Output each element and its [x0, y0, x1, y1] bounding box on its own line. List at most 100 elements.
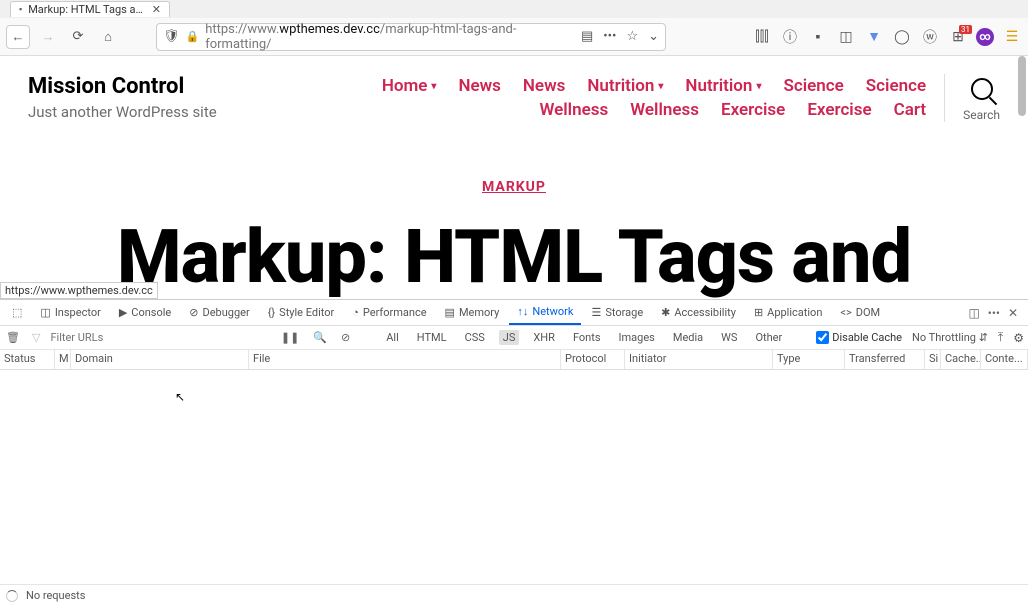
filter-css[interactable]: CSS: [461, 330, 489, 345]
nav-nutrition-2[interactable]: Nutrition▾: [685, 76, 761, 96]
col-initiator[interactable]: Initiator: [625, 350, 773, 369]
page-actions-icon[interactable]: •••: [603, 29, 616, 44]
profile-badge[interactable]: ∞: [976, 28, 994, 46]
performance-icon: ◔: [352, 306, 359, 319]
devtools-close-icon[interactable]: ✕: [1008, 306, 1018, 320]
nav-cart[interactable]: Cart: [894, 100, 927, 120]
reader-mode-icon[interactable]: ▤: [581, 29, 593, 44]
tab-inspector[interactable]: ◫Inspector: [32, 300, 108, 325]
network-settings-icon[interactable]: ⚙: [1013, 331, 1024, 345]
address-bar[interactable]: 🛡 🔒 https://www.wpthemes.dev.cc/markup-h…: [156, 23, 666, 51]
search-icon: [971, 78, 993, 100]
search-toggle[interactable]: Search: [963, 74, 1000, 122]
col-content[interactable]: Conte...: [981, 350, 1028, 369]
close-icon[interactable]: ✕: [152, 3, 161, 16]
category-link[interactable]: MARKUP: [482, 179, 546, 195]
responsive-mode-icon[interactable]: ◫: [968, 306, 979, 320]
down-icon[interactable]: ▼: [864, 28, 884, 45]
filter-media[interactable]: Media: [669, 330, 707, 345]
tab-network[interactable]: ↑↓Network: [509, 300, 581, 325]
disable-cache-checkbox[interactable]: Disable Cache: [816, 331, 902, 344]
tab-console[interactable]: ▶Console: [111, 300, 179, 325]
pause-button[interactable]: ❚❚: [279, 331, 301, 344]
tab-dom[interactable]: <>DOM: [832, 300, 888, 325]
tab-style-editor[interactable]: {}Style Editor: [260, 300, 343, 325]
chat-icon[interactable]: ▪: [808, 28, 828, 45]
page-body: MARKUP Markup: HTML Tags and: [0, 122, 1028, 295]
forward-button[interactable]: →: [36, 25, 60, 49]
chevron-down-icon[interactable]: ▾: [431, 81, 436, 92]
disable-cache-label: Disable Cache: [832, 331, 902, 344]
lock-icon[interactable]: 🔒: [186, 30, 200, 43]
nav-science-2[interactable]: Science: [866, 76, 926, 96]
extension-icon[interactable]: ⊞31: [948, 29, 968, 45]
col-status[interactable]: Status: [0, 350, 55, 369]
library-icon[interactable]: ⫿⫿⫿: [752, 29, 772, 45]
har-icon[interactable]: ⤒: [998, 330, 1003, 345]
nav-news-2[interactable]: News: [523, 76, 565, 96]
nav-home[interactable]: Home▾: [382, 76, 437, 96]
filter-all[interactable]: All: [382, 330, 403, 345]
col-type[interactable]: Type: [773, 350, 845, 369]
tab-memory-label: Memory: [459, 306, 499, 319]
search-label: Search: [963, 108, 1000, 122]
browser-tab[interactable]: ▪ Markup: HTML Tags and Forma ✕: [10, 1, 170, 17]
col-protocol[interactable]: Protocol: [561, 350, 625, 369]
filter-js[interactable]: JS: [499, 330, 520, 345]
devtools-more-icon[interactable]: •••: [988, 306, 1000, 320]
filter-xhr[interactable]: XHR: [529, 330, 559, 345]
clear-button[interactable]: 🗑: [4, 331, 22, 344]
filter-html[interactable]: HTML: [413, 330, 451, 345]
account-icon[interactable]: ◯: [892, 29, 912, 45]
wp-icon[interactable]: ⓦ: [920, 27, 940, 47]
chevron-down-icon[interactable]: ▾: [658, 81, 663, 92]
tab-application-label: Application: [767, 306, 822, 319]
filter-ws[interactable]: WS: [717, 330, 741, 345]
col-domain[interactable]: Domain: [71, 350, 249, 369]
throttling-select[interactable]: No Throttling ⇵: [912, 331, 988, 344]
col-cache[interactable]: Cache...: [941, 350, 981, 369]
filter-icon[interactable]: ▽: [30, 331, 42, 344]
tab-performance[interactable]: ◔Performance: [344, 300, 434, 325]
col-transferred[interactable]: Transferred: [845, 350, 925, 369]
nav-exercise-2[interactable]: Exercise: [807, 100, 871, 120]
search-button[interactable]: 🔍: [311, 331, 329, 344]
filter-images[interactable]: Images: [615, 330, 659, 345]
nav-wellness-2[interactable]: Wellness: [630, 100, 699, 120]
home-button[interactable]: ⌂: [96, 25, 120, 49]
site-title[interactable]: Mission Control: [28, 74, 217, 99]
tab-debugger[interactable]: ⊘Debugger: [181, 300, 257, 325]
scrollbar-thumb[interactable]: [1018, 56, 1026, 116]
shield-icon[interactable]: 🛡: [163, 29, 180, 44]
pocket-icon[interactable]: ⌄: [648, 29, 659, 44]
disable-cache-input[interactable]: [816, 331, 829, 344]
nav-nutrition-1[interactable]: Nutrition▾: [587, 76, 663, 96]
back-button[interactable]: ←: [6, 25, 30, 49]
col-file[interactable]: File: [249, 350, 561, 369]
filter-urls-input[interactable]: [50, 331, 190, 344]
col-method[interactable]: M: [55, 350, 71, 369]
filter-other[interactable]: Other: [751, 330, 786, 345]
devtools-tab-bar: ⬚ ◫Inspector ▶Console ⊘Debugger {}Style …: [0, 300, 1028, 326]
network-table-header: Status M Domain File Protocol Initiator …: [0, 350, 1028, 370]
tab-application[interactable]: ⊞Application: [746, 300, 830, 325]
nav-science-1[interactable]: Science: [783, 76, 843, 96]
nav-wellness-1[interactable]: Wellness: [539, 100, 608, 120]
nav-news-1[interactable]: News: [458, 76, 500, 96]
browser-nav-bar: ← → ⟳ ⌂ 🛡 🔒 https://www.wpthemes.dev.cc/…: [0, 18, 1028, 56]
bookmark-icon[interactable]: ☆: [626, 29, 638, 44]
element-picker-button[interactable]: ⬚: [4, 300, 30, 325]
chevron-down-icon[interactable]: ▾: [756, 81, 761, 92]
menu-icon[interactable]: ☰: [1002, 29, 1022, 45]
tab-accessibility[interactable]: ✱Accessibility: [653, 300, 744, 325]
filter-fonts[interactable]: Fonts: [569, 330, 605, 345]
sidebar-icon[interactable]: ◫: [836, 29, 856, 45]
tab-storage[interactable]: ☰Storage: [583, 300, 651, 325]
primary-nav: Home▾ News News Nutrition▾ Nutrition▾ Sc…: [356, 74, 926, 120]
col-size[interactable]: Si: [925, 350, 941, 369]
nav-exercise-1[interactable]: Exercise: [721, 100, 785, 120]
block-button[interactable]: ⊘: [339, 331, 352, 344]
reload-button[interactable]: ⟳: [66, 25, 90, 49]
info-icon[interactable]: ⓘ: [780, 27, 800, 47]
tab-memory[interactable]: ▤Memory: [437, 300, 508, 325]
